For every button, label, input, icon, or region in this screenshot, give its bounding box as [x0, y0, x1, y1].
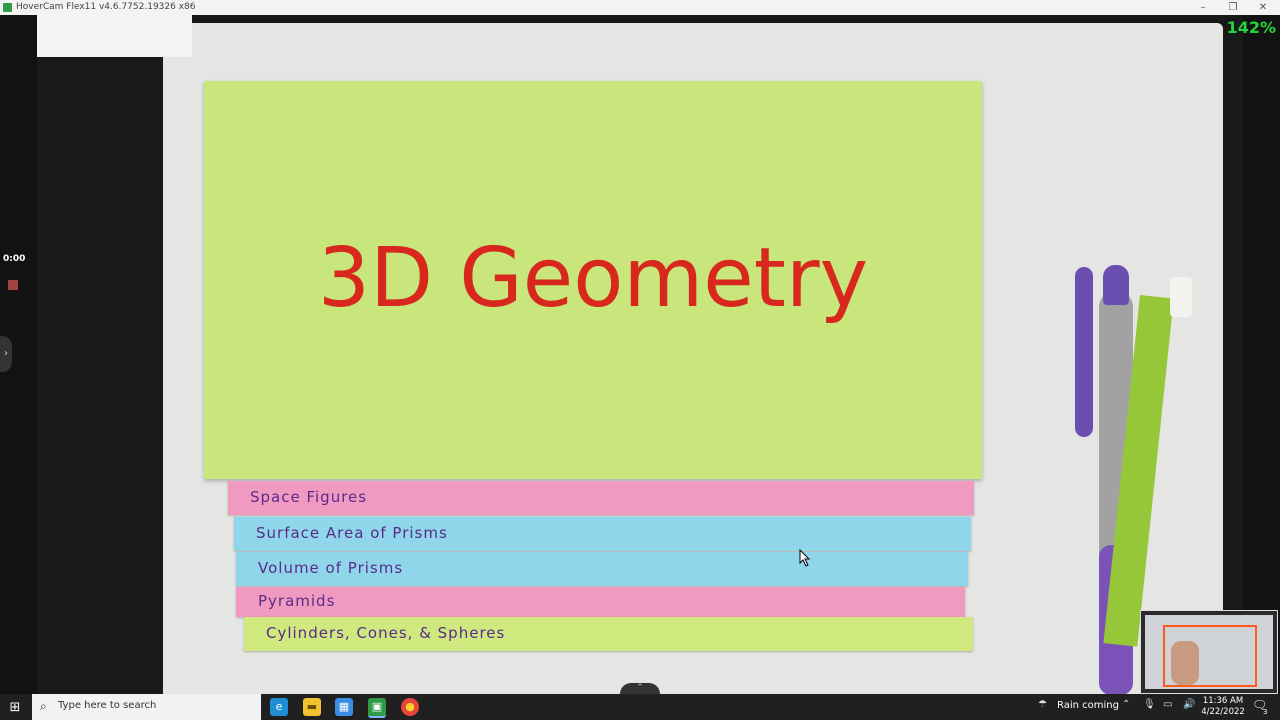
taskbar-clock[interactable]: 11:36 AM 4/22/2022 [1200, 696, 1246, 718]
search-icon: ⌕ [40, 699, 47, 713]
microphone-icon[interactable]: 🎙 [1143, 699, 1156, 710]
bottom-toolbar-handle[interactable]: ⌃ [620, 683, 660, 694]
store-icon[interactable]: ▦ [335, 698, 353, 716]
tab-label: Volume of Prisms [258, 559, 404, 577]
tab-label: Pyramids [258, 592, 336, 610]
minimize-button[interactable]: – [1188, 0, 1218, 15]
clock-date: 4/22/2022 [1201, 707, 1245, 717]
weather-icon[interactable]: ☂ [1038, 699, 1047, 710]
foldable-cover-card: 3D Geometry [204, 81, 982, 479]
volume-icon[interactable]: 🔊 [1183, 699, 1195, 710]
hovercam-app-icon [3, 3, 12, 12]
pen-clip [1075, 267, 1093, 437]
file-explorer-icon[interactable]: ▬ [303, 698, 321, 716]
zoom-level: 142% [1226, 18, 1276, 37]
tab-surface-area: Surface Area of Prisms [234, 517, 971, 551]
card-title-svg: 3D Geometry [318, 231, 868, 326]
chrome-icon[interactable]: ● [401, 698, 419, 716]
taskbar-search-box[interactable]: ⌕ Type here to search [32, 694, 261, 720]
windows-start-icon[interactable]: ⊞ [6, 699, 24, 717]
mouse-cursor-icon [799, 549, 811, 567]
chevron-up-icon[interactable]: ⌃ [1122, 699, 1130, 710]
card-title: 3D Geometry [318, 231, 868, 326]
expand-panel-button[interactable]: › [0, 336, 12, 372]
recording-timer: 0:00 [3, 254, 26, 264]
preview-thumbnail[interactable] [1140, 610, 1278, 694]
tab-label: Cylinders, Cones, & Spheres [266, 624, 506, 642]
pencil-eraser [1170, 277, 1192, 317]
hovercam-taskbar-icon[interactable]: ▣ [368, 698, 386, 718]
record-stop-button[interactable] [8, 280, 18, 290]
weather-text[interactable]: Rain coming [1057, 700, 1119, 711]
clock-time: 11:36 AM [1202, 696, 1244, 706]
window-title: HoverCam Flex11 v4.6.7752.19326 x86 [16, 2, 196, 12]
close-button[interactable]: ✕ [1248, 0, 1278, 15]
restore-button[interactable]: ❐ [1218, 0, 1248, 15]
preview-viewport-frame[interactable] [1163, 625, 1257, 687]
tab-label: Space Figures [250, 488, 368, 506]
paper-scrap [37, 15, 192, 57]
camera-view[interactable]: 3D Geometry Space Figures Surface Area o… [37, 15, 1243, 694]
tab-label: Surface Area of Prisms [256, 524, 448, 542]
edge-icon[interactable]: e [270, 698, 288, 716]
windows-taskbar: ⊞ ⌕ Type here to search e ▬ ▦ ▣ ● ☂ Rain… [0, 694, 1280, 720]
right-panel [1243, 15, 1280, 694]
tab-cylinders: Cylinders, Cones, & Spheres [244, 617, 973, 651]
pen-cap [1103, 265, 1129, 305]
search-placeholder: Type here to search [58, 700, 157, 711]
notification-count: 3 [1263, 708, 1268, 716]
tab-space-figures: Space Figures [228, 481, 974, 515]
window-titlebar: HoverCam Flex11 v4.6.7752.19326 x86 – ❐ … [0, 0, 1280, 15]
network-icon[interactable]: ▭ [1163, 699, 1172, 710]
tab-pyramids: Pyramids [236, 587, 965, 617]
tab-volume: Volume of Prisms [236, 552, 968, 586]
